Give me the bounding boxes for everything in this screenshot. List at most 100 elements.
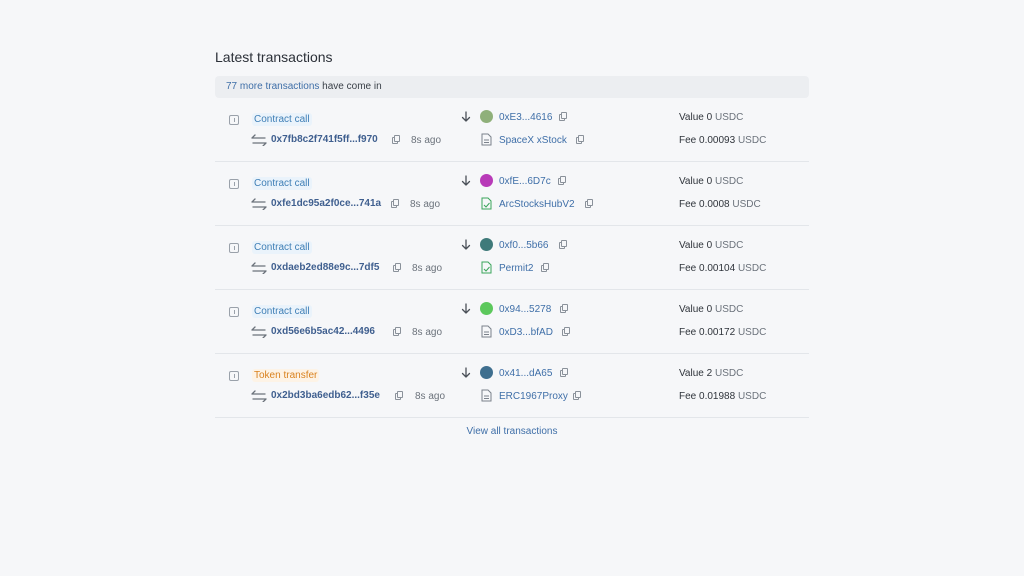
transaction-hash-link[interactable]: 0xdaeb2ed88e9c...7df5	[271, 262, 379, 273]
transaction-hash-link[interactable]: 0xd56e6b5ac42...4496	[271, 326, 375, 337]
document-icon	[481, 389, 492, 402]
new-transactions-banner[interactable]: 77 more transactions have come in	[215, 76, 809, 98]
info-icon[interactable]	[229, 115, 239, 125]
info-icon[interactable]	[229, 243, 239, 253]
copy-address-icon[interactable]	[559, 112, 567, 121]
arrow-down-icon	[461, 303, 471, 314]
to-contract-link[interactable]: ArcStocksHubV2	[499, 199, 575, 210]
transaction-hash-link[interactable]: 0x2bd3ba6edb62...f35e	[271, 390, 380, 401]
transaction-fee: Fee 0.00104 USDC	[679, 263, 766, 274]
transaction-value: Value 0 USDC	[679, 240, 743, 251]
transaction-type-badge: Contract call	[252, 305, 312, 318]
document-icon	[481, 133, 492, 146]
fee-label: Fee	[679, 327, 697, 338]
info-icon[interactable]	[229, 371, 239, 381]
fee-label: Fee	[679, 391, 697, 402]
value-amount: 0	[706, 112, 713, 123]
value-amount: 0	[706, 240, 713, 251]
to-contract-link[interactable]: ERC1967Proxy	[499, 391, 568, 402]
fee-label: Fee	[679, 199, 697, 210]
value-amount: 2	[706, 368, 713, 379]
info-icon[interactable]	[229, 307, 239, 317]
copy-contract-icon[interactable]	[576, 135, 584, 144]
swap-arrows-icon	[251, 326, 267, 338]
transaction-hash-link[interactable]: 0xfe1dc95a2f0ce...741a	[271, 198, 381, 209]
transaction-row: Contract call 0xdaeb2ed88e9c...7df5 8s a…	[215, 226, 809, 290]
arrow-down-icon	[461, 367, 471, 378]
arrow-down-icon	[461, 175, 471, 186]
to-contract-link[interactable]: SpaceX xStock	[499, 135, 567, 146]
swap-arrows-icon	[251, 262, 267, 274]
fee-amount: 0.0008	[699, 199, 730, 210]
from-address-link[interactable]: 0xE3...4616	[499, 112, 552, 123]
fee-label: Fee	[679, 135, 697, 146]
copy-hash-icon[interactable]	[393, 327, 401, 336]
arrow-down-icon	[461, 239, 471, 250]
info-icon[interactable]	[229, 179, 239, 189]
transaction-age: 8s ago	[411, 135, 442, 146]
transaction-type-badge: Contract call	[252, 177, 312, 190]
transaction-age: 8s ago	[410, 199, 441, 210]
copy-hash-icon[interactable]	[393, 263, 401, 272]
copy-address-icon[interactable]	[560, 368, 568, 377]
swap-arrows-icon	[251, 390, 267, 402]
copy-hash-icon[interactable]	[395, 391, 403, 400]
address-avatar	[480, 238, 493, 251]
transaction-row: Contract call 0xd56e6b5ac42...4496 8s ag…	[215, 290, 809, 354]
from-address-link[interactable]: 0x41...dA65	[499, 368, 552, 379]
value-unit: USDC	[714, 368, 744, 379]
copy-contract-icon[interactable]	[541, 263, 549, 272]
transaction-row: Contract call 0x7fb8c2f741f5ff...f970 8s…	[215, 98, 809, 162]
address-avatar	[480, 302, 493, 315]
fee-unit: USDC	[737, 391, 767, 402]
verified-document-icon	[481, 197, 492, 210]
transaction-type-badge: Contract call	[252, 113, 312, 126]
arrow-down-icon	[461, 111, 471, 122]
transaction-value: Value 0 USDC	[679, 112, 743, 123]
view-all-transactions-link[interactable]: View all transactions	[215, 426, 809, 437]
copy-contract-icon[interactable]	[573, 391, 581, 400]
value-unit: USDC	[714, 304, 744, 315]
transaction-fee: Fee 0.00093 USDC	[679, 135, 766, 146]
copy-hash-icon[interactable]	[391, 199, 399, 208]
copy-contract-icon[interactable]	[562, 327, 570, 336]
from-address-link[interactable]: 0xf0...5b66	[499, 240, 548, 251]
copy-contract-icon[interactable]	[585, 199, 593, 208]
from-address-link[interactable]: 0xfE...6D7c	[499, 176, 551, 187]
copy-address-icon[interactable]	[559, 240, 567, 249]
transaction-fee: Fee 0.01988 USDC	[679, 391, 766, 402]
value-label: Value	[679, 368, 704, 379]
address-avatar	[480, 110, 493, 123]
fee-amount: 0.01988	[699, 391, 736, 402]
to-contract-link[interactable]: 0xD3...bfAD	[499, 327, 553, 338]
transaction-age: 8s ago	[412, 263, 443, 274]
fee-unit: USDC	[737, 263, 767, 274]
address-avatar	[480, 174, 493, 187]
transaction-age: 8s ago	[415, 391, 446, 402]
copy-address-icon[interactable]	[558, 176, 566, 185]
more-transactions-link[interactable]: 77 more transactions	[226, 81, 319, 92]
fee-amount: 0.00104	[699, 263, 736, 274]
to-contract-link[interactable]: Permit2	[499, 263, 533, 274]
transaction-row: Contract call 0xfe1dc95a2f0ce...741a 8s …	[215, 162, 809, 226]
section-title: Latest transactions	[215, 49, 333, 65]
fee-unit: USDC	[737, 135, 767, 146]
swap-arrows-icon	[251, 134, 267, 146]
transaction-age: 8s ago	[412, 327, 443, 338]
fee-amount: 0.00093	[699, 135, 736, 146]
latest-transactions-panel: Latest transactions 77 more transactions…	[215, 46, 809, 437]
value-amount: 0	[706, 304, 713, 315]
banner-text: have come in	[319, 81, 382, 92]
value-unit: USDC	[714, 176, 744, 187]
transaction-hash-link[interactable]: 0x7fb8c2f741f5ff...f970	[271, 134, 378, 145]
transaction-type-badge: Contract call	[252, 241, 312, 254]
value-label: Value	[679, 304, 704, 315]
copy-hash-icon[interactable]	[392, 135, 400, 144]
from-address-link[interactable]: 0x94...5278	[499, 304, 551, 315]
transaction-row: Token transfer 0x2bd3ba6edb62...f35e 8s …	[215, 354, 809, 418]
transactions-list: Contract call 0x7fb8c2f741f5ff...f970 8s…	[215, 98, 809, 418]
fee-unit: USDC	[737, 327, 767, 338]
transaction-fee: Fee 0.0008 USDC	[679, 199, 761, 210]
copy-address-icon[interactable]	[560, 304, 568, 313]
transaction-value: Value 2 USDC	[679, 368, 743, 379]
